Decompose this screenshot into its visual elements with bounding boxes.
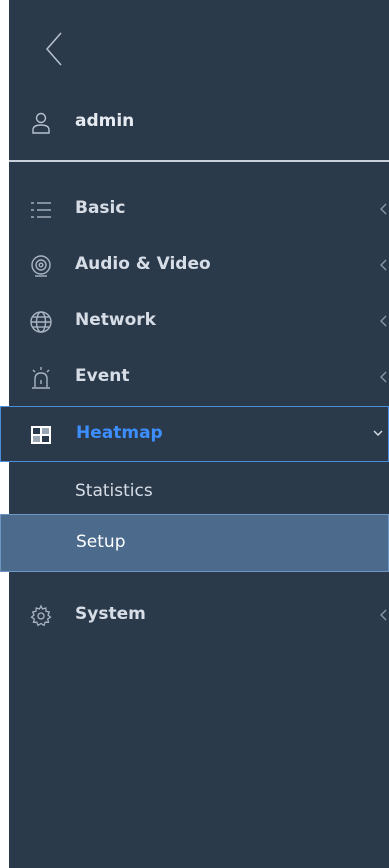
chevron-left-icon (46, 32, 62, 66)
menu-item-basic[interactable]: Basic (9, 182, 389, 238)
menu-item-event[interactable]: Event (9, 350, 389, 406)
app-frame: admin Basic Audio & Video Network Event … (0, 0, 389, 868)
chevron-left-icon (380, 371, 387, 383)
submenu-item-setup-label: Setup (76, 532, 126, 552)
menu-item-network[interactable]: Network (9, 294, 389, 350)
camera-icon (31, 255, 51, 277)
sidebar-panel: admin Basic Audio & Video Network Event … (0, 0, 389, 868)
divider (9, 160, 389, 162)
user-name: admin (75, 111, 135, 131)
list-icon (31, 202, 51, 218)
menu-item-network-label: Network (75, 310, 156, 330)
back-button[interactable] (37, 29, 73, 69)
alarm-icon (32, 367, 50, 389)
menu-item-basic-label: Basic (75, 198, 126, 218)
menu-item-event-label: Event (75, 366, 130, 386)
menu-item-heatmap-label: Heatmap (76, 423, 163, 443)
user-row: admin (9, 104, 389, 142)
menu-item-audio-video[interactable]: Audio & Video (9, 238, 389, 294)
heatmap-icon (31, 426, 51, 444)
chevron-left-icon (380, 609, 387, 621)
menu-item-audio-video-label: Audio & Video (75, 254, 211, 274)
submenu-item-setup[interactable]: Setup (0, 514, 389, 572)
chevron-left-icon (380, 203, 387, 215)
chevron-left-icon (380, 259, 387, 271)
gear-icon (30, 604, 52, 627)
globe-icon (30, 311, 52, 333)
submenu-item-statistics-label: Statistics (75, 481, 153, 501)
user-icon (32, 112, 50, 134)
menu-item-system[interactable]: System (9, 588, 389, 644)
chevron-left-icon (380, 315, 387, 327)
chevron-down-icon (373, 430, 383, 436)
menu-item-heatmap[interactable]: Heatmap (0, 406, 389, 462)
menu-item-system-label: System (75, 604, 146, 624)
